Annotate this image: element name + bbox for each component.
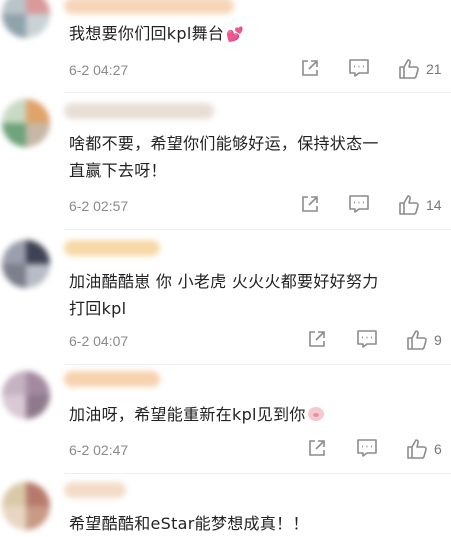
comment-text-line: 啥都不要，希望你们能够好运，保持状态一 xyxy=(69,134,379,153)
like-button[interactable]: 21 xyxy=(398,58,448,80)
comment-text-line: 加油酷酷崽 你 小老虎 火火火都要好好努力 xyxy=(69,272,379,291)
username-blurred[interactable] xyxy=(64,371,160,387)
comment-meta: 6-2 02:57 14 xyxy=(69,194,451,216)
comment-time: 6-2 02:47 xyxy=(69,442,129,458)
comment-text-line: 打回kpl xyxy=(69,299,127,318)
comment-time: 6-2 04:27 xyxy=(69,62,129,78)
share-icon xyxy=(302,196,318,212)
username-blurred[interactable] xyxy=(64,240,160,256)
divider xyxy=(64,229,451,230)
avatar[interactable] xyxy=(2,482,50,530)
share-button[interactable] xyxy=(300,194,320,216)
comment-text: 希望酷酷和eStar能梦想成真！！ xyxy=(69,510,437,537)
heart-emoji-icon: 💕 xyxy=(226,27,244,43)
divider xyxy=(64,92,451,93)
like-button[interactable]: 6 xyxy=(406,438,451,460)
comment-icon xyxy=(357,330,377,348)
avatar[interactable] xyxy=(2,240,50,288)
comment-icon xyxy=(349,195,369,213)
thumbs-up-icon xyxy=(399,195,419,215)
like-button[interactable]: 9 xyxy=(406,329,451,351)
like-count: 21 xyxy=(426,61,442,77)
like-button[interactable]: 14 xyxy=(398,194,448,216)
username-blurred[interactable] xyxy=(64,0,234,14)
avatar[interactable] xyxy=(2,371,50,419)
thumbs-up-icon xyxy=(407,439,427,459)
username-blurred[interactable] xyxy=(64,482,126,498)
username-blurred[interactable] xyxy=(64,103,214,119)
reply-button[interactable] xyxy=(348,58,370,80)
comment-time: 6-2 02:57 xyxy=(69,198,129,214)
like-count: 9 xyxy=(434,332,442,348)
share-button[interactable] xyxy=(307,438,327,460)
share-icon xyxy=(309,331,325,347)
thumbs-up-icon xyxy=(399,59,419,79)
comment-text-line: 直赢下去呀！ xyxy=(69,161,167,180)
like-count: 14 xyxy=(426,197,442,213)
comment-text: 加油呀，希望能重新在kpl见到你 xyxy=(69,401,437,428)
reply-button[interactable] xyxy=(356,438,378,460)
comment-text-line: 我想要你们回kpl舞台 xyxy=(69,24,225,43)
comment-text-line: 加油呀，希望能重新在kpl见到你 xyxy=(69,405,306,424)
divider xyxy=(64,473,451,474)
like-count: 6 xyxy=(434,441,442,457)
comment-text: 加油酷酷崽 你 小老虎 火火火都要好好努力 打回kpl xyxy=(69,268,437,322)
share-button[interactable] xyxy=(307,329,327,351)
reply-button[interactable] xyxy=(356,329,378,351)
comment-meta: 6-2 04:07 9 xyxy=(69,329,451,351)
share-icon xyxy=(309,440,325,456)
comment-text: 我想要你们回kpl舞台 💕 xyxy=(69,20,437,49)
comment-meta: 6-2 04:27 21 xyxy=(69,58,451,80)
comment-time: 6-2 04:07 xyxy=(69,333,129,349)
comment-icon xyxy=(349,59,369,77)
comment-meta: 6-2 02:47 6 xyxy=(69,438,451,460)
divider xyxy=(64,364,451,365)
reply-button[interactable] xyxy=(348,194,370,216)
avatar[interactable] xyxy=(2,0,50,38)
comment-icon xyxy=(357,439,377,457)
share-icon xyxy=(302,60,318,76)
comment-text: 啥都不要，希望你们能够好运，保持状态一 直赢下去呀！ xyxy=(69,130,437,184)
avatar[interactable] xyxy=(2,99,50,147)
pig-emoji-icon xyxy=(307,407,324,421)
thumbs-up-icon xyxy=(407,330,427,350)
comment-text-line: 希望酷酷和eStar能梦想成真！！ xyxy=(69,514,309,533)
share-button[interactable] xyxy=(300,58,320,80)
